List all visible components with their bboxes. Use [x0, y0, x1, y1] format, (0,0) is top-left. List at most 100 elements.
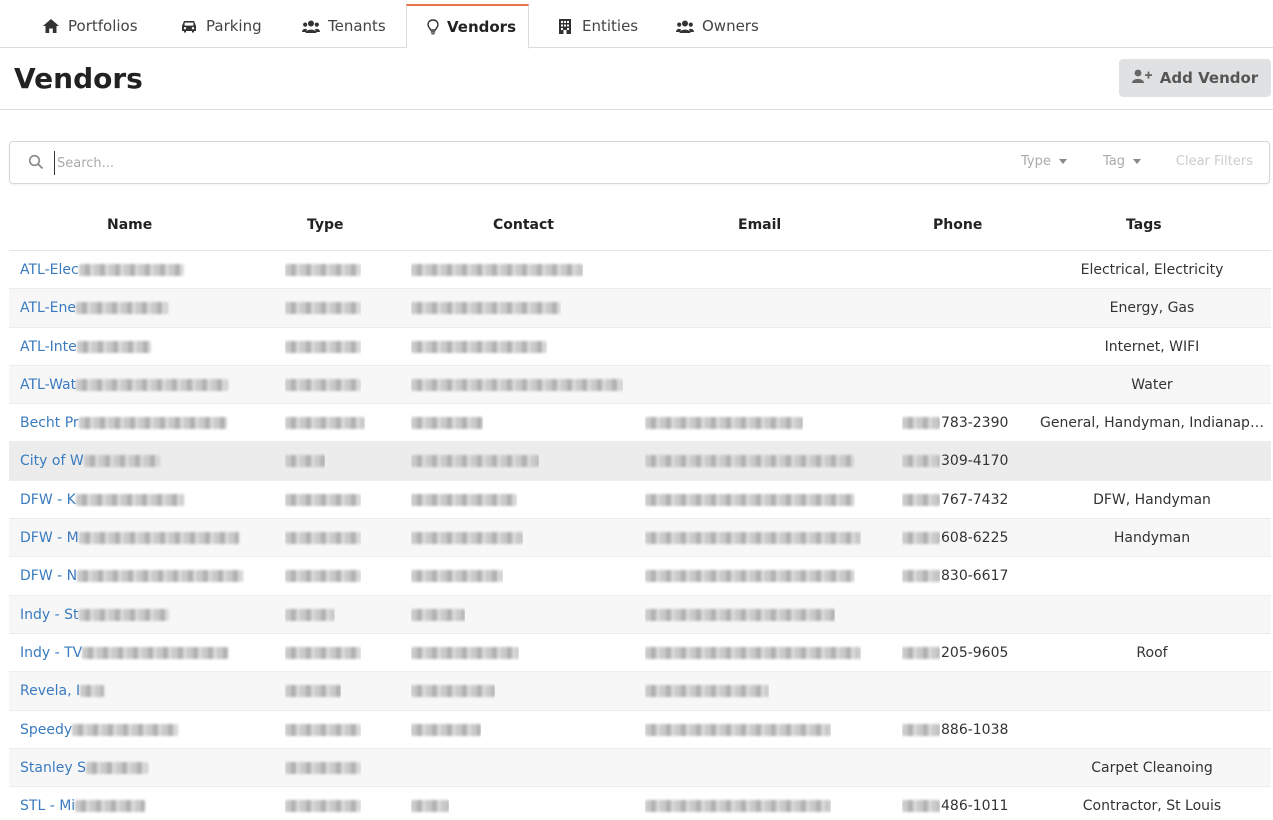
vendor-name: Speedy [20, 721, 73, 738]
vendor-phone: 486-1011 [941, 798, 1009, 815]
vendor-name-link[interactable]: Indy - St [20, 607, 250, 623]
table-row[interactable]: Speedy 886-1038 [9, 711, 1271, 749]
redacted-text [902, 532, 940, 545]
redacted-text [411, 800, 449, 813]
redacted-text [285, 340, 361, 353]
redacted-text [78, 608, 169, 621]
redacted-text [75, 302, 168, 315]
vendor-type [285, 377, 361, 393]
redacted-text [285, 800, 361, 813]
table-row[interactable]: ATL-Inte Internet, WIFI [9, 328, 1271, 366]
tab-label: Vendors [447, 18, 517, 36]
column-header-tags[interactable]: Tags [1126, 217, 1162, 233]
vendor-name-link[interactable]: STL - Mi [20, 798, 250, 814]
table-row[interactable]: Indy - TV 205-9605 Roof [9, 634, 1271, 673]
redacted-text [902, 455, 940, 468]
vendor-contact [411, 722, 481, 738]
vendor-name-link[interactable]: DFW - M [20, 530, 250, 546]
column-header-email[interactable]: Email [738, 217, 781, 233]
redacted-text [411, 608, 465, 621]
search-input[interactable] [54, 151, 874, 175]
table-row[interactable]: DFW - K 767-7432 DFW, Handyman [9, 481, 1271, 520]
redacted-text [75, 800, 146, 813]
tab-entities[interactable]: Entities [536, 4, 658, 48]
redacted-text [645, 685, 769, 698]
vendor-name-link[interactable]: ATL-Elec [20, 262, 250, 278]
vendor-email [645, 415, 803, 431]
vendor-contact [411, 453, 539, 469]
table-row[interactable]: DFW - N 830-6617 [9, 557, 1271, 596]
column-header-phone[interactable]: Phone [933, 217, 982, 233]
vendor-phone: 309-4170 [941, 453, 1009, 470]
redacted-text [285, 417, 365, 430]
vendor-name-link[interactable]: Stanley S [20, 760, 250, 776]
table-row[interactable]: City of W 309-4170 [9, 442, 1271, 481]
redacted-text [76, 340, 151, 353]
vendor-name-link[interactable]: Indy - TV [20, 645, 250, 661]
table-row[interactable]: Stanley S Carpet Cleanoing [9, 748, 1271, 788]
redacted-text [411, 455, 539, 468]
users-icon [676, 17, 694, 35]
add-vendor-button[interactable]: Add Vendor [1119, 59, 1271, 97]
clear-filters-button[interactable]: Clear Filters [1176, 154, 1253, 169]
table-row[interactable]: Revela, I [9, 672, 1271, 711]
vendor-type [285, 607, 335, 623]
type-filter-dropdown[interactable]: Type [1021, 154, 1067, 169]
tab-tenants[interactable]: Tenants [282, 4, 406, 48]
vendor-tags: Internet, WIFI [1104, 338, 1200, 355]
tab-vendors[interactable]: Vendors [406, 4, 529, 49]
vendor-name-link[interactable]: Speedy [20, 722, 250, 738]
vendor-name-link[interactable]: Becht Pr [20, 415, 250, 431]
vendor-name-link[interactable]: ATL-Wat [20, 377, 250, 393]
table-row[interactable]: STL - Mi 486-1011 Contractor, St Louis [9, 787, 1271, 820]
vendor-contact [411, 300, 561, 316]
home-icon [42, 17, 60, 35]
redacted-text [645, 417, 803, 430]
redacted-text [645, 493, 855, 506]
tab-portfolios[interactable]: Portfolios [22, 4, 158, 48]
table-row[interactable]: Indy - St [9, 595, 1271, 634]
table-row[interactable]: ATL-Ene Energy, Gas [9, 289, 1271, 328]
redacted-text [411, 723, 481, 736]
tab-parking[interactable]: Parking [160, 4, 282, 48]
vendor-name-link[interactable]: DFW - K [20, 492, 250, 508]
redacted-text [411, 264, 583, 276]
car-icon [180, 17, 198, 35]
vendor-type [285, 760, 361, 776]
chevron-down-icon [1058, 159, 1067, 164]
tab-owners[interactable]: Owners [656, 4, 779, 48]
vendor-name-link[interactable]: ATL-Ene [20, 300, 250, 316]
redacted-text [83, 455, 160, 468]
vendor-tags: Carpet Cleanoing [1091, 759, 1213, 776]
redacted-text [411, 340, 547, 353]
building-icon [556, 17, 574, 35]
phone-prefix [902, 722, 940, 738]
vendor-name-link[interactable]: ATL-Inte [20, 339, 250, 355]
vendor-name-link[interactable]: City of W [20, 453, 250, 469]
vendor-type [285, 530, 361, 546]
vendor-name-link[interactable]: Revela, I [20, 683, 250, 699]
table-header: Name Type Contact Email Phone Tags [9, 203, 1271, 251]
vendor-name-link[interactable]: DFW - N [20, 568, 250, 584]
search-icon [28, 154, 44, 170]
vendor-contact [411, 492, 517, 508]
redacted-text [80, 685, 105, 698]
vendor-email [645, 607, 835, 623]
redacted-text [78, 532, 239, 545]
table-row[interactable]: ATL-Wat Water [9, 365, 1271, 405]
vendor-tags: General, Handyman, Indianap… [1040, 415, 1264, 432]
table-row[interactable]: Becht Pr 783-2390 General, Handyman, India… [9, 404, 1271, 443]
redacted-text [411, 378, 623, 391]
column-header-contact[interactable]: Contact [493, 217, 554, 233]
column-header-type[interactable]: Type [307, 217, 344, 233]
table-row[interactable]: ATL-Elec Electrical, Electricity [9, 251, 1271, 290]
redacted-text [645, 646, 861, 659]
redacted-text [285, 302, 361, 315]
table-row[interactable]: DFW - M 608-6225 Handyman [9, 519, 1271, 558]
vendor-name: Stanley S [20, 759, 86, 776]
phone-prefix [902, 492, 940, 508]
table-body: ATL-Elec Electrical, Electricity ATL-Ene En… [9, 251, 1271, 820]
column-header-name[interactable]: Name [107, 217, 152, 233]
tag-filter-dropdown[interactable]: Tag [1103, 154, 1142, 169]
type-filter-label: Type [1021, 154, 1051, 169]
